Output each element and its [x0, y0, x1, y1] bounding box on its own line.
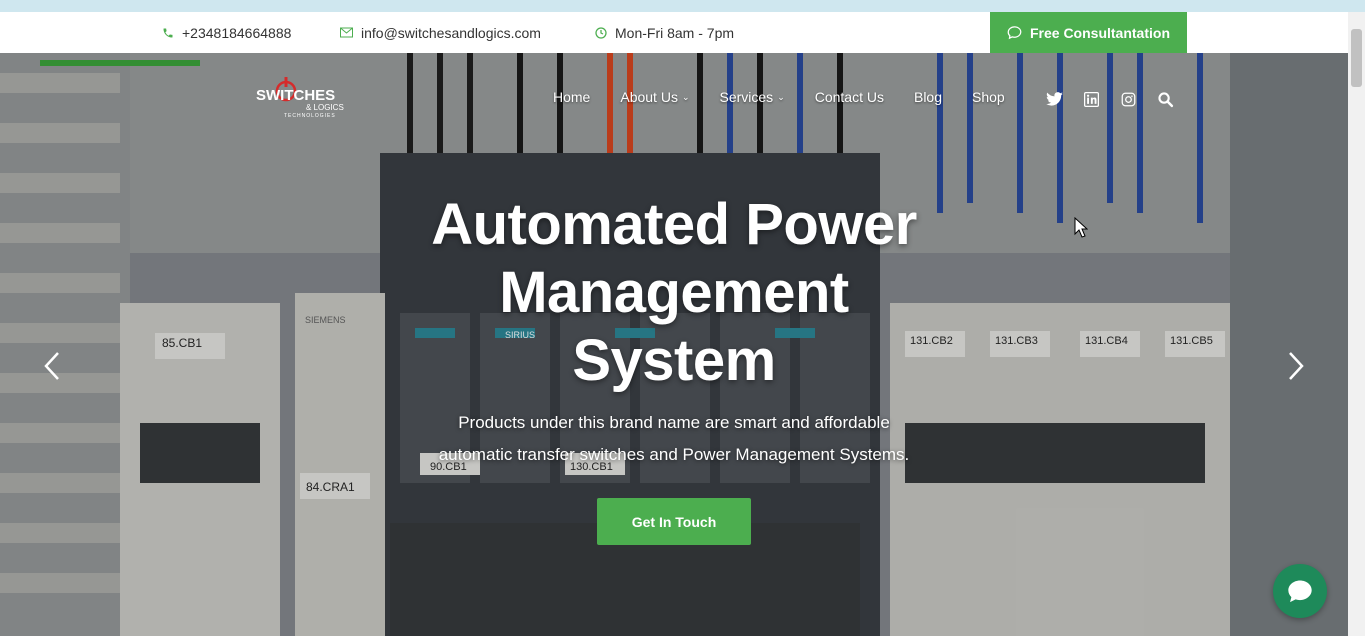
nav-label-blog: Blog [913, 89, 943, 105]
nav-label-contact: Contact Us [814, 89, 884, 105]
breaker-label: 90.CB1 [430, 461, 467, 473]
free-consultation-button[interactable]: Free Consultantation [990, 12, 1187, 53]
nav-item-about[interactable]: About Us ⌄ [620, 89, 689, 105]
nav-item-home[interactable]: Home [553, 89, 590, 105]
logo-text-sub: & LOGICS [306, 103, 344, 112]
logo-text-main: SWITCHES [256, 87, 336, 104]
breaker-label: 131.CB3 [995, 335, 1038, 347]
clock-icon [595, 26, 607, 39]
live-chat-button[interactable] [1273, 564, 1327, 618]
mail-icon [340, 27, 353, 38]
hero-subtitle: Products under this brand name are smart… [404, 407, 944, 471]
hero-subtitle-line1: Products under this brand name are smart… [458, 413, 890, 432]
breaker-label: 84.CRA1 [306, 480, 355, 494]
breaker-label: 131.CB4 [1085, 335, 1128, 347]
breaker-label: 85.CB1 [162, 336, 203, 350]
nav-item-services[interactable]: Services ⌄ [720, 89, 785, 105]
brand-label: SIRIUS [505, 330, 536, 340]
nav-item-contact[interactable]: Contact Us [815, 89, 884, 105]
chevron-down-icon: ⌄ [777, 91, 785, 102]
email-contact[interactable]: info@switchesandlogics.com [340, 12, 541, 53]
page-scrollbar[interactable] [1348, 12, 1365, 636]
hero-title-line2: Management [499, 260, 849, 325]
hero-title-line1: Automated Power [431, 192, 917, 257]
linkedin-icon[interactable] [1081, 89, 1101, 109]
cta-label: Get In Touch [631, 513, 717, 530]
phone-icon [163, 28, 173, 37]
phone-text: +2348184664888 [182, 24, 292, 41]
site-logo[interactable]: SWITCHES & LOGICS TECHNOLOGIES [254, 73, 344, 119]
email-text: info@switchesandlogics.com [361, 24, 541, 41]
chat-bubble-icon [1007, 26, 1022, 40]
main-navigation: Home About Us ⌄ Services ⌄ Contact Us Blog… [553, 89, 1035, 105]
mouse-cursor-icon [1074, 217, 1088, 238]
nav-label-services: Services [719, 89, 774, 105]
brand-label: SIEMENS [305, 315, 346, 325]
hero-title-line3: System [572, 328, 776, 393]
get-in-touch-button[interactable]: Get In Touch [597, 498, 751, 545]
browser-chrome-strip [0, 0, 1365, 12]
nav-item-blog[interactable]: Blog [914, 89, 942, 105]
logo-text-tag: TECHNOLOGIES [284, 113, 336, 119]
breaker-label: 130.CB1 [570, 461, 613, 473]
phone-contact[interactable]: +2348184664888 [162, 12, 291, 53]
hours-text: Mon-Fri 8am - 7pm [615, 24, 735, 41]
search-icon[interactable] [1155, 89, 1175, 109]
social-links [1044, 89, 1192, 109]
nav-label-home: Home [553, 89, 591, 105]
breaker-label: 131.CB2 [910, 335, 953, 347]
nav-label-shop: Shop [972, 89, 1005, 105]
nav-label-about: About Us [620, 89, 678, 105]
nav-item-shop[interactable]: Shop [972, 89, 1005, 105]
hero-subtitle-line2: automatic transfer switches and Power Ma… [438, 445, 910, 464]
slider-prev-arrow[interactable] [40, 349, 64, 383]
top-info-bar: +2348184664888 info@switchesandlogics.co… [0, 12, 1348, 54]
chat-icon [1288, 580, 1312, 603]
twitter-icon[interactable] [1044, 89, 1064, 109]
instagram-icon[interactable] [1118, 89, 1138, 109]
consult-label: Free Consultantation [1029, 24, 1170, 41]
hero-slider: SWITCHES & LOGICS TECHNOLOGIES Home Abou… [0, 53, 1348, 636]
scrollbar-thumb[interactable] [1351, 29, 1362, 87]
slider-next-arrow[interactable] [1284, 349, 1308, 383]
chevron-down-icon: ⌄ [681, 91, 690, 102]
breaker-label: 131.CB5 [1170, 335, 1213, 347]
hero-title: Automated Power Management System [374, 191, 974, 395]
hours-info: Mon-Fri 8am - 7pm [595, 12, 734, 53]
